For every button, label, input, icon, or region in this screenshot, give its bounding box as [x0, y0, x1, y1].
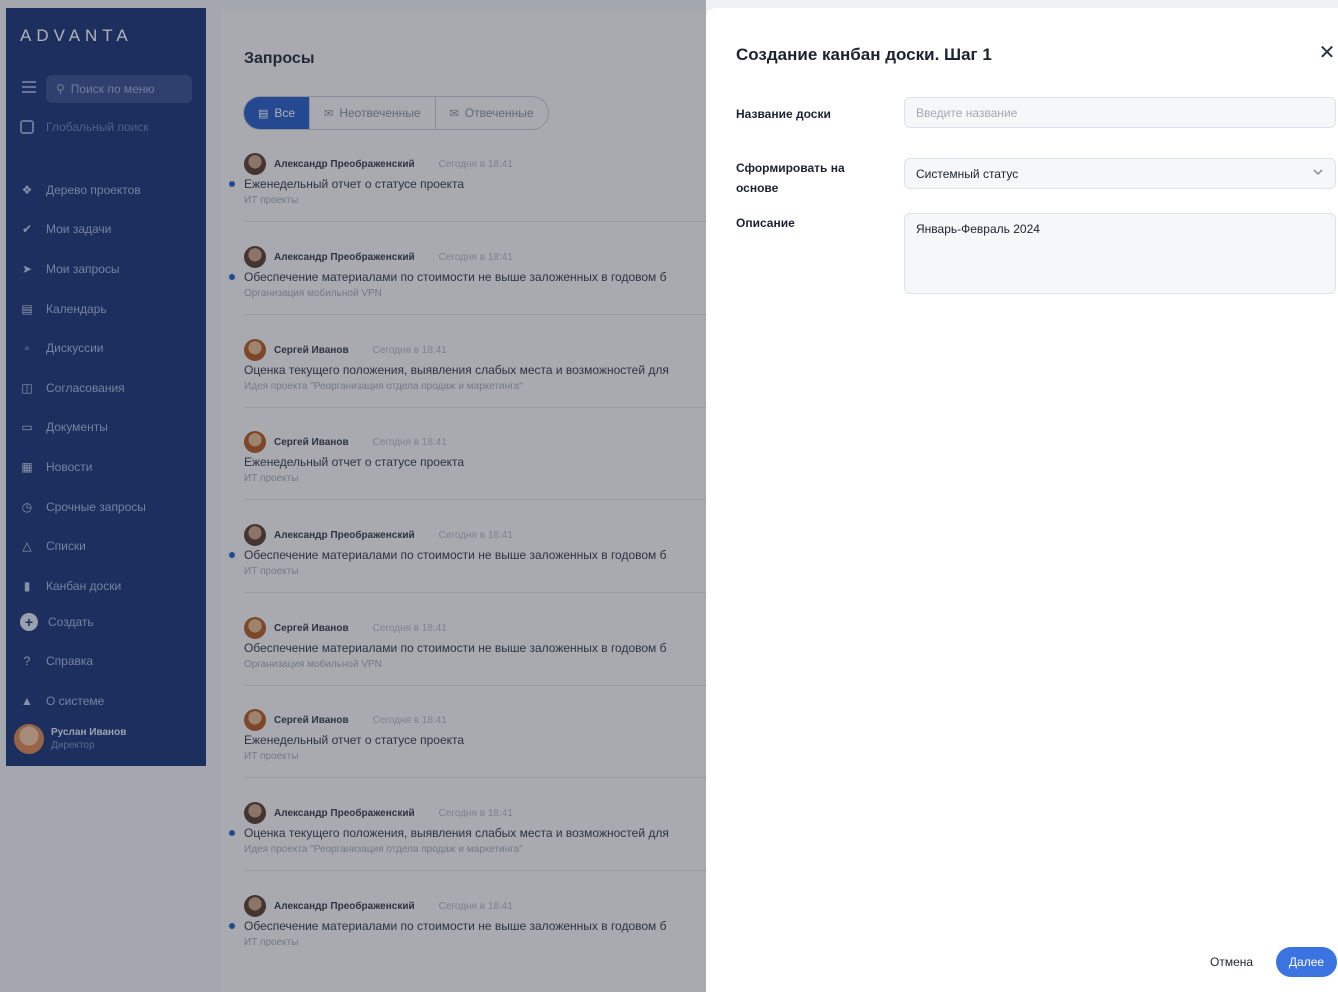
- board-name-input[interactable]: [904, 97, 1336, 128]
- create-kanban-panel: Создание канбан доски. Шаг 1 ✕ Название …: [706, 8, 1338, 992]
- description-label: Описание: [736, 216, 795, 230]
- description-textarea[interactable]: Январь-Февраль 2024: [904, 213, 1336, 294]
- chevron-down-icon: [1313, 169, 1323, 175]
- close-icon[interactable]: ✕: [1318, 43, 1336, 63]
- cancel-button[interactable]: Отмена: [1200, 947, 1263, 977]
- modal-backdrop[interactable]: [0, 0, 706, 992]
- board-name-label: Название доски: [736, 107, 831, 121]
- next-button[interactable]: Далее: [1276, 947, 1337, 977]
- base-select-value: Системный статус: [916, 166, 1019, 181]
- base-label-line2: основе: [736, 181, 779, 195]
- base-label: Сформировать на основе: [736, 158, 845, 198]
- base-label-line1: Сформировать на: [736, 161, 845, 175]
- base-select[interactable]: Системный статус: [904, 158, 1336, 189]
- panel-title: Создание канбан доски. Шаг 1: [736, 45, 992, 64]
